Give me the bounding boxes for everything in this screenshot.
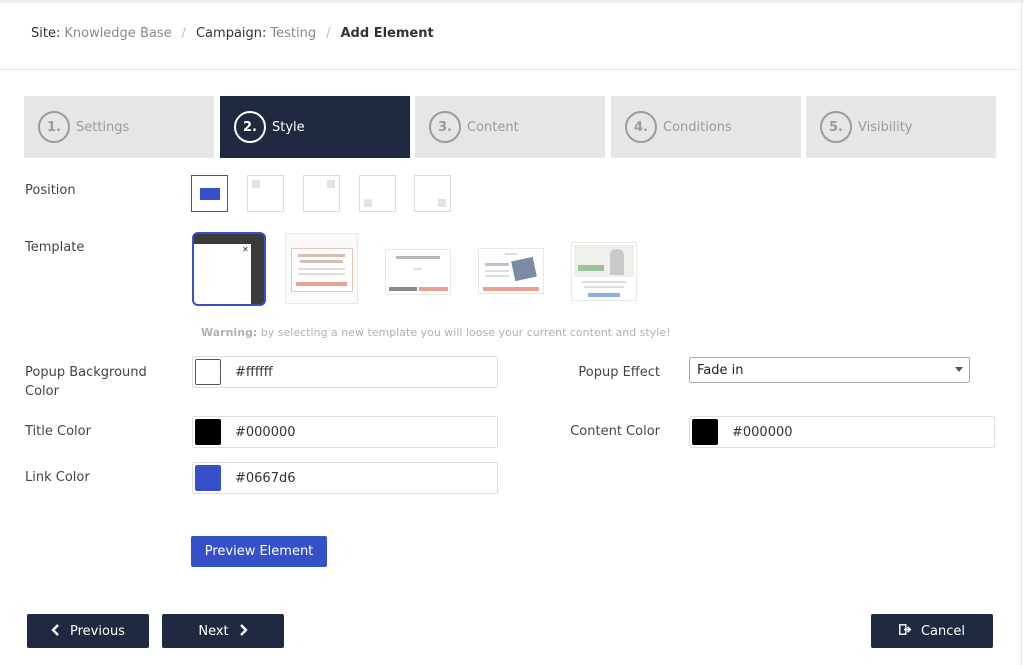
title-color-label: Title Color	[25, 424, 91, 439]
template-thumbnail-title	[396, 256, 440, 259]
template-thumbnail-text	[582, 281, 626, 283]
position-option-top-right[interactable]	[303, 175, 340, 212]
template-thumbnail-title	[298, 254, 345, 257]
header-divider	[0, 69, 1022, 70]
color-value: #ffffff	[235, 364, 273, 380]
step-content[interactable]: 3. Content	[415, 96, 605, 158]
step-label: Settings	[76, 119, 130, 135]
template-thumbnail-text	[505, 253, 517, 255]
step-number: 4.	[625, 111, 657, 143]
position-option-bottom-right[interactable]	[414, 175, 451, 212]
template-thumbnail-title	[485, 263, 509, 266]
color-swatch[interactable]	[195, 465, 221, 491]
template-thumbnail-yes-button	[419, 287, 448, 291]
breadcrumb-current: Add Element	[340, 25, 434, 41]
wizard-steps: 1. Settings 2. Style 3. Content 4. Condi…	[24, 96, 997, 158]
step-label: Visibility	[858, 119, 913, 135]
step-settings[interactable]: 1. Settings	[24, 96, 214, 158]
content-color-label: Content Color	[570, 424, 660, 439]
popup-background-color-field[interactable]: #ffffff	[192, 356, 498, 388]
preview-element-button[interactable]: Preview Element	[191, 536, 327, 567]
position-bottom-right-mark	[438, 199, 446, 207]
template-thumbnail-no-button	[389, 287, 417, 291]
template-thumbnail-image	[511, 256, 537, 282]
step-number: 1.	[38, 111, 70, 143]
step-label: Style	[272, 119, 305, 135]
link-color-label: Link Color	[25, 470, 90, 485]
sign-out-icon	[899, 624, 912, 638]
template-option-4[interactable]	[478, 248, 544, 294]
template-thumbnail-text	[414, 268, 422, 270]
breadcrumb-campaign-key: Campaign:	[195, 25, 267, 41]
top-border	[0, 0, 1024, 3]
position-top-left-mark	[252, 180, 260, 188]
content-color-field[interactable]: #000000	[689, 416, 995, 448]
warning-bold: Warning:	[201, 326, 258, 339]
color-value: #000000	[235, 424, 296, 440]
popup-effect-label: Popup Effect	[578, 365, 660, 380]
template-thumbnail-button	[483, 287, 539, 291]
template-warning: Warning: by selecting a new template you…	[201, 326, 670, 339]
template-option-2[interactable]	[285, 233, 358, 304]
template-thumbnail-photo	[574, 245, 634, 277]
breadcrumb-site-key: Site:	[31, 25, 61, 41]
template-thumbnail-title	[300, 260, 343, 263]
template-thumbnail-text	[584, 286, 624, 288]
previous-label: Previous	[70, 623, 125, 639]
chevron-down-icon	[955, 367, 963, 372]
template-option-5[interactable]	[571, 242, 637, 301]
step-number: 5.	[820, 111, 852, 143]
right-border	[1021, 0, 1022, 665]
previous-button[interactable]: Previous	[27, 614, 149, 648]
step-number: 3.	[429, 111, 461, 143]
step-style[interactable]: 2. Style	[220, 96, 410, 158]
color-value: #000000	[732, 424, 793, 440]
color-swatch[interactable]	[692, 419, 718, 445]
breadcrumb: Site: Knowledge Base / Campaign: Testing…	[31, 24, 434, 42]
template-thumbnail-button	[588, 293, 620, 297]
link-color-field[interactable]: #0667d6	[192, 462, 498, 494]
template-option-3[interactable]	[385, 249, 451, 295]
cancel-label: Cancel	[920, 623, 966, 639]
step-conditions[interactable]: 4. Conditions	[611, 96, 801, 158]
template-thumbnail-text	[298, 268, 345, 270]
breadcrumb-campaign-link[interactable]: Testing	[270, 26, 316, 41]
step-label: Conditions	[663, 119, 732, 135]
close-icon: ✕	[242, 245, 249, 254]
color-swatch[interactable]	[195, 359, 221, 385]
cancel-button[interactable]: Cancel	[871, 614, 993, 648]
chevron-left-icon	[51, 623, 60, 639]
position-center-mark	[200, 188, 220, 200]
next-button[interactable]: Next	[162, 614, 284, 648]
breadcrumb-site-link[interactable]: Knowledge Base	[64, 26, 171, 41]
chevron-right-icon	[239, 623, 248, 639]
template-thumbnail-text	[298, 273, 345, 275]
color-swatch[interactable]	[195, 419, 221, 445]
position-bottom-left-mark	[364, 199, 372, 207]
template-option-1[interactable]: ✕	[192, 232, 266, 306]
position-option-center[interactable]	[191, 175, 228, 212]
step-number: 2.	[234, 111, 266, 143]
template-thumbnail-text	[485, 275, 509, 277]
color-value: #0667d6	[235, 470, 296, 486]
template-thumbnail-plants	[578, 265, 604, 271]
template-thumbnail-person	[610, 249, 624, 275]
position-option-bottom-left[interactable]	[359, 175, 396, 212]
step-label: Content	[467, 119, 519, 135]
template-thumbnail-text	[485, 270, 509, 272]
position-label: Position	[25, 183, 76, 198]
breadcrumb-separator: /	[181, 25, 186, 41]
popup-background-color-label: Popup Background Color	[25, 365, 147, 399]
template-label: Template	[25, 240, 85, 255]
position-top-right-mark	[327, 180, 335, 188]
breadcrumb-separator: /	[326, 25, 331, 41]
title-color-field[interactable]: #000000	[192, 416, 498, 448]
step-visibility[interactable]: 5. Visibility	[806, 96, 996, 158]
template-thumbnail-button	[296, 282, 347, 286]
warning-text: by selecting a new template you will loo…	[257, 326, 671, 339]
popup-effect-value: Fade in	[697, 362, 744, 378]
popup-effect-select[interactable]: Fade in	[689, 357, 970, 383]
position-option-top-left[interactable]	[247, 175, 284, 212]
next-label: Next	[198, 623, 229, 639]
